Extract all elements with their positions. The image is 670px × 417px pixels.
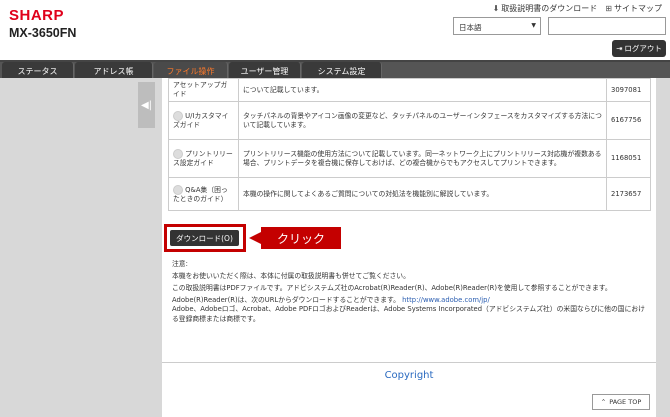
table-row: プリントリリース設定ガイド プリントリリース機能の使用方法について記載しています… xyxy=(168,139,651,179)
doc-description: 本機の操作に関してよくあるご質問についての対処法を機能別に解説しています。 xyxy=(238,177,607,212)
sitemap-link[interactable]: ⊞ サイトマップ xyxy=(605,3,662,14)
highlight-box xyxy=(164,224,246,252)
notes-line: 本機をお使いいただく際は、本体に付属の取扱説明書も併せてご覧ください。 xyxy=(172,271,410,280)
notes-line: Adobe(R)Reader(R)は、次のURLからダウンロードすることができま… xyxy=(172,295,645,324)
model-name: MX-3650FN xyxy=(9,26,77,40)
table-row: アセットアップガイド について記載しています。 3097081 xyxy=(168,77,651,103)
table-row: Q&A集（困ったときのガイド） 本機の操作に関してよくあるご質問についての対処法… xyxy=(168,177,651,212)
click-callout: クリック xyxy=(249,227,341,249)
notes-title: 注意: xyxy=(172,260,188,268)
doc-name: プリントリリース設定ガイド xyxy=(168,139,239,179)
doc-description: について記載しています。 xyxy=(238,77,607,103)
chevron-up-icon: ⌃ xyxy=(600,398,607,406)
copyright: Copyright xyxy=(384,370,434,381)
doc-name: Q&A集（困ったときのガイド） xyxy=(168,177,239,212)
doc-size: 3097081 xyxy=(606,77,651,103)
page-top-button[interactable]: ⌃ PAGE TOP xyxy=(592,394,650,410)
doc-radio[interactable] xyxy=(173,149,183,160)
logout-button[interactable]: ⇥ ログアウト xyxy=(612,40,666,57)
divider xyxy=(162,362,656,363)
sitemap-icon: ⊞ xyxy=(605,4,612,13)
main-tabs: ステータス アドレス帳 ファイル操作 ユーザー管理 システム設定 xyxy=(0,60,670,80)
header: SHARP MX-3650FN ⬇ 取扱説明書のダウンロード ⊞ サイトマップ 日本… xyxy=(0,0,670,62)
table-row: U/Iカスタマイズガイド タッチパネルの背景やアイコン画像の変更など、タッチパネ… xyxy=(168,101,651,141)
chevron-down-icon: ▼ xyxy=(531,22,536,29)
doc-size: 6167756 xyxy=(606,101,651,141)
top-links: ⬇ 取扱説明書のダウンロード ⊞ サイトマップ xyxy=(493,3,662,14)
doc-radio[interactable] xyxy=(173,111,183,122)
doc-description: プリントリリース機能の使用方法について記載しています。同一ネットワーク上にプリン… xyxy=(238,139,607,179)
doc-radio[interactable] xyxy=(173,184,183,195)
right-margin xyxy=(656,78,670,417)
notes-line: この取扱説明書はPDFファイルです。アドビシステムズ社のAcrobat(R)Re… xyxy=(172,283,612,292)
search-input[interactable] xyxy=(548,17,666,35)
doc-description: タッチパネルの背景やアイコン画像の変更など、タッチパネルのユーザーインタフェース… xyxy=(238,101,607,141)
logout-icon: ⇥ xyxy=(616,44,623,53)
notes-section: 注意: 本機をお使いいただく際は、本体に付属の取扱説明書も併せてご覧ください。 … xyxy=(172,260,648,327)
doc-size: 2173657 xyxy=(606,177,651,212)
collapse-sidebar-button[interactable]: ◀| xyxy=(138,82,155,128)
adobe-link[interactable]: http://www.adobe.com/jp/ xyxy=(402,296,490,304)
doc-name: アセットアップガイド xyxy=(168,77,239,103)
doc-size: 1168051 xyxy=(606,139,651,179)
sharp-logo: SHARP xyxy=(9,7,65,24)
manual-download-link[interactable]: ⬇ 取扱説明書のダウンロード xyxy=(493,3,598,14)
doc-name: U/Iカスタマイズガイド xyxy=(168,101,239,141)
collapse-icon: ◀| xyxy=(140,99,153,111)
download-icon: ⬇ xyxy=(492,4,500,13)
manual-table: アセットアップガイド について記載しています。 3097081 U/Iカスタマイ… xyxy=(168,77,651,212)
language-select[interactable]: 日本語 ▼ xyxy=(453,17,541,35)
